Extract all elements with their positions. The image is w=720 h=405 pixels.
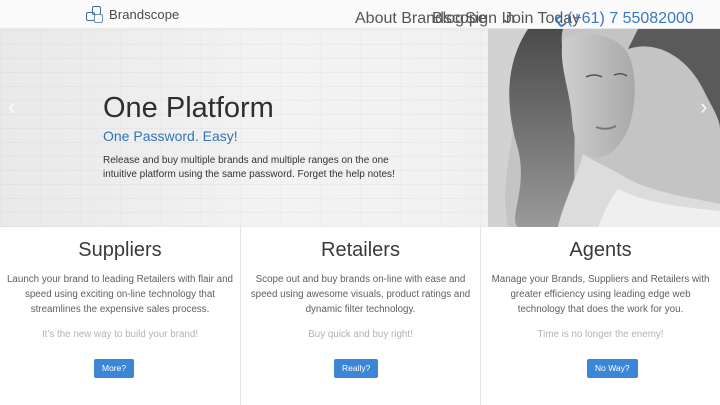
suppliers-column: Suppliers Launch your brand to leading R… [0,227,240,405]
top-navbar: Brandscope About Brandscope Blog Sign In… [0,0,720,29]
nav-phone-link[interactable]: (+61) 7 55082000 [556,10,694,28]
chevron-right-icon[interactable]: › [700,96,710,118]
column-title: Suppliers [78,239,162,261]
chevron-left-icon[interactable]: ‹ [8,96,18,118]
phone-icon [556,16,563,23]
feature-columns: Suppliers Launch your brand to leading R… [0,227,720,405]
column-description: Manage your Brands, Suppliers and Retail… [491,274,710,315]
column-tagline: Buy quick and buy right! [308,329,413,340]
column-description: Launch your brand to leading Retailers w… [6,274,233,315]
hero-carousel: ‹ › One Platform One Password. Easy! Rel… [0,29,720,227]
column-tagline: It’s the new way to build your brand! [41,329,199,340]
hero-title: One Platform [103,92,274,124]
agents-no-way-button[interactable]: No Way? [587,359,638,378]
column-title: Agents [569,239,632,261]
nav-blog-link[interactable]: Blog [432,10,464,28]
brand-logo-link[interactable]: Brandscope [86,5,179,24]
suppliers-more-button[interactable]: More? [94,359,135,378]
retailers-really-button[interactable]: Really? [334,359,379,378]
phone-number: (+61) 7 55082000 [567,10,694,27]
hero-description: Release and buy multiple brands and mult… [103,155,395,180]
column-tagline: Time is no longer the enemy! [537,329,664,340]
column-description: Scope out and buy brands on-line with ea… [250,274,471,315]
agents-column: Agents Manage your Brands, Suppliers and… [480,227,720,405]
retailers-column: Retailers Scope out and buy brands on-li… [240,227,480,405]
column-title: Retailers [321,239,400,261]
brand-name: Brandscope [109,7,180,22]
brandscope-logo-icon [86,5,104,24]
hero-model-photo [488,29,720,227]
hero-subtitle: One Password. Easy! [103,128,238,144]
